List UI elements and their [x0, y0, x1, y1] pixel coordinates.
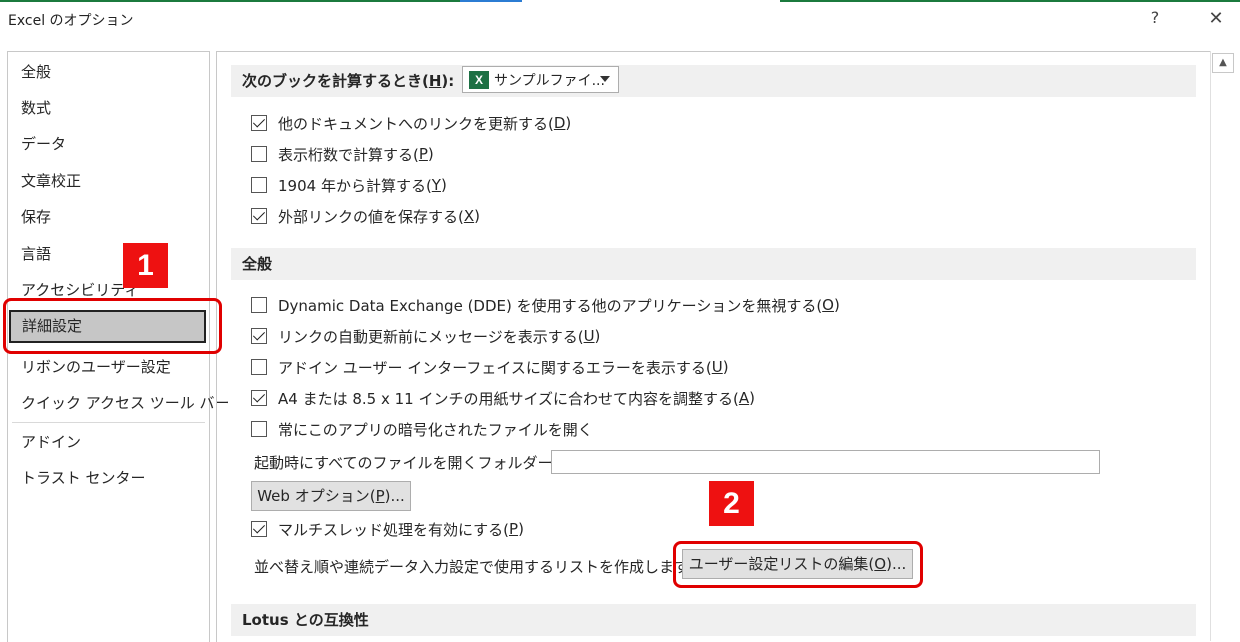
close-button[interactable]: ✕ — [1203, 6, 1229, 32]
custom-list-label: 並べ替え順や連続データ入力設定で使用するリストを作成します: — [254, 558, 695, 576]
section-header-general: 全般 — [231, 248, 1196, 280]
dialog-title: Excel のオプション — [8, 13, 134, 29]
help-button[interactable]: ? — [1143, 6, 1167, 30]
excel-icon: X — [469, 70, 489, 89]
sidebar-item-language[interactable]: 言語 — [8, 236, 209, 272]
vertical-scrollbar[interactable] — [1210, 51, 1239, 641]
sidebar-item-trust-center[interactable]: トラスト センター — [8, 460, 209, 496]
checkbox[interactable] — [251, 177, 267, 193]
workbook-select-value: サンプルファイ... — [494, 72, 605, 89]
option-update-links[interactable]: 他のドキュメントへのリンクを更新する(D) — [251, 111, 571, 135]
checkbox[interactable] — [251, 115, 267, 131]
annotation-highlight-edit-lists — [673, 541, 923, 588]
section-header-lotus: Lotus との互換性 — [231, 604, 1196, 636]
option-1904-date-system[interactable]: 1904 年から計算する(Y) — [251, 173, 447, 197]
option-save-external-link-values[interactable]: 外部リンクの値を保存する(X) — [251, 204, 480, 228]
checkbox[interactable] — [251, 208, 267, 224]
checkbox[interactable] — [251, 297, 267, 313]
annotation-highlight-advanced — [3, 298, 222, 354]
startup-folder-input[interactable] — [551, 450, 1100, 474]
option-ignore-dde[interactable]: Dynamic Data Exchange (DDE) を使用する他のアプリケー… — [251, 293, 840, 317]
sidebar-separator — [12, 422, 205, 423]
chevron-down-icon — [600, 76, 610, 82]
workbook-select[interactable]: X サンプルファイ... — [462, 66, 619, 93]
sidebar-item-proofing[interactable]: 文章校正 — [8, 163, 209, 199]
checkbox[interactable] — [251, 421, 267, 437]
title-accent-line — [0, 0, 1240, 2]
option-show-addin-errors[interactable]: アドイン ユーザー インターフェイスに関するエラーを表示する(U) — [251, 355, 729, 379]
option-ask-update-links[interactable]: リンクの自動更新前にメッセージを表示する(U) — [251, 324, 600, 348]
sidebar-item-general[interactable]: 全般 — [8, 54, 209, 90]
scroll-up-arrow-icon[interactable]: ▲ — [1212, 53, 1234, 73]
web-options-button[interactable]: Web オプション(P)... — [251, 481, 411, 511]
section-header-calculation: 次のブックを計算するとき(H): — [231, 65, 1196, 97]
sidebar-item-save[interactable]: 保存 — [8, 199, 209, 235]
sidebar-item-customize-ribbon[interactable]: リボンのユーザー設定 — [8, 349, 209, 385]
checkbox[interactable] — [251, 146, 267, 162]
option-precision-as-displayed[interactable]: 表示桁数で計算する(P) — [251, 142, 434, 166]
checkbox[interactable] — [251, 359, 267, 375]
option-scale-paper-size[interactable]: A4 または 8.5 x 11 インチの用紙サイズに合わせて内容を調整する(A) — [251, 386, 755, 410]
checkbox[interactable] — [251, 328, 267, 344]
sidebar-item-addins[interactable]: アドイン — [8, 424, 209, 460]
sidebar-item-formulas[interactable]: 数式 — [8, 90, 209, 126]
checkbox[interactable] — [251, 521, 267, 537]
sidebar-item-data[interactable]: データ — [8, 126, 209, 162]
sidebar-item-quick-access-toolbar[interactable]: クイック アクセス ツール バー — [8, 385, 230, 421]
option-multithreaded-processing[interactable]: マルチスレッド処理を有効にする(P) — [251, 517, 524, 541]
annotation-badge-1: 1 — [123, 243, 168, 288]
option-open-encrypted-files[interactable]: 常にこのアプリの暗号化されたファイルを開く — [251, 417, 593, 441]
checkbox[interactable] — [251, 390, 267, 406]
annotation-badge-2: 2 — [709, 481, 754, 526]
startup-folder-label: 起動時にすべてのファイルを開くフォルダー(L): — [254, 454, 578, 472]
